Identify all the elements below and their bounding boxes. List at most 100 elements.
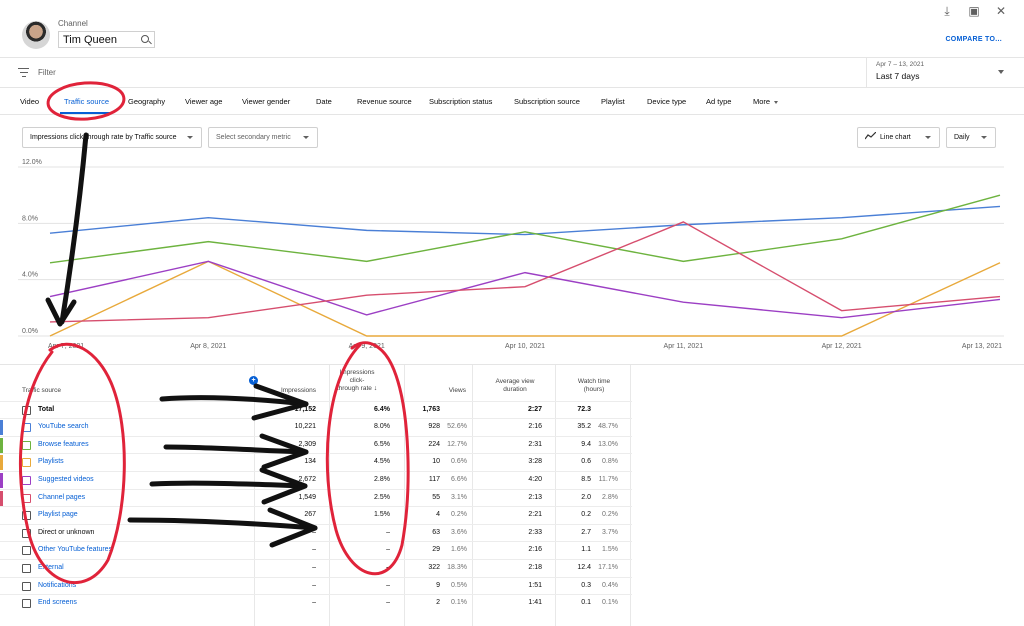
- row-checkbox[interactable]: [22, 546, 31, 556]
- feedback-icon[interactable]: ▣: [967, 4, 981, 18]
- channel-avatar[interactable]: [22, 21, 50, 49]
- tab-subscription-source[interactable]: Subscription source: [514, 97, 580, 106]
- table-row-total[interactable]: Total 17,152 6.4% 1,763 2:27 72.3: [0, 400, 632, 419]
- cell-views: 2: [436, 599, 440, 607]
- row-name[interactable]: Channel pages: [38, 494, 85, 501]
- filter-input[interactable]: Filter: [38, 68, 56, 77]
- header-avg-view-duration[interactable]: Average view duration: [486, 378, 544, 394]
- tab-geography[interactable]: Geography: [128, 97, 165, 106]
- download-icon[interactable]: ⤓: [940, 4, 954, 18]
- tab-more[interactable]: More: [753, 97, 779, 106]
- tab-date[interactable]: Date: [316, 97, 332, 106]
- tab-viewer-gender[interactable]: Viewer gender: [242, 97, 290, 106]
- table-row[interactable]: Browse features 2,309 6.5% 224 12.7% 2:31 9.4 1…: [0, 435, 632, 454]
- row-checkbox[interactable]: [22, 511, 31, 521]
- row-name[interactable]: External: [38, 564, 64, 571]
- row-checkbox[interactable]: [22, 423, 31, 433]
- row-checkbox[interactable]: [22, 528, 31, 538]
- row-name[interactable]: Browse features: [38, 441, 89, 448]
- row-checkbox[interactable]: [22, 440, 31, 450]
- row-checkbox[interactable]: [22, 405, 31, 415]
- y-tick-label: 0.0%: [22, 328, 38, 335]
- tab-revenue-source[interactable]: Revenue source: [357, 97, 412, 106]
- row-name[interactable]: Playlist page: [38, 511, 78, 518]
- table-row[interactable]: Playlist page 267 1.5% 4 0.2% 2:21 0.2 0.2%: [0, 506, 632, 524]
- cell-avg-view-duration: 2:16: [528, 546, 542, 554]
- cell-impressions: –: [312, 528, 316, 536]
- chevron-down-icon: [303, 136, 309, 139]
- active-tab-indicator: [60, 112, 110, 114]
- row-name[interactable]: Notifications: [38, 582, 76, 589]
- header-avd-line2: duration: [503, 386, 527, 393]
- cell-views: 4: [436, 511, 440, 519]
- chart-type-dropdown[interactable]: Line chart: [857, 127, 940, 148]
- chart-type-label: Line chart: [880, 134, 911, 141]
- y-tick-label: 12.0%: [22, 159, 42, 166]
- cell-watch-pct: 3.7%: [602, 528, 618, 536]
- metric-dropdown[interactable]: Impressions click-through rate by Traffi…: [22, 127, 202, 148]
- cell-ctr: 6.4%: [374, 405, 390, 413]
- tab-ad-type[interactable]: Ad type: [706, 97, 731, 106]
- row-checkbox[interactable]: [22, 581, 31, 591]
- chevron-down-icon: [187, 136, 193, 139]
- cell-ctr: –: [386, 546, 390, 554]
- table-row[interactable]: Suggested videos 2,672 2.8% 117 6.6% 4:20 8.5 1…: [0, 470, 632, 489]
- table-row[interactable]: Channel pages 1,549 2.5% 55 3.1% 2:13 2.0 2.8%: [0, 488, 632, 507]
- row-checkbox[interactable]: [22, 458, 31, 468]
- row-checkbox[interactable]: [22, 599, 31, 609]
- row-checkbox[interactable]: [22, 493, 31, 503]
- header-traffic-source[interactable]: Traffic source: [22, 387, 61, 395]
- channel-selector[interactable]: Tim Queen: [58, 31, 155, 48]
- compare-to-button[interactable]: COMPARE TO...: [945, 36, 1002, 43]
- header-watch-line1: Watch time: [577, 378, 611, 385]
- cell-watch-pct: 0.4%: [602, 581, 618, 589]
- table-row[interactable]: YouTube search 10,221 8.0% 928 52.6% 2:16 35.2…: [0, 418, 632, 436]
- date-range-picker[interactable]: Apr 7 – 13, 2021 Last 7 days: [866, 58, 1014, 88]
- tab-traffic-source[interactable]: Traffic source: [64, 97, 109, 106]
- chevron-down-icon: [981, 136, 987, 139]
- header-ctr[interactable]: Impressions click- through rate ↓: [332, 369, 382, 393]
- table-row[interactable]: Notifications – – 9 0.5% 1:51 0.3 0.4%: [0, 576, 632, 595]
- tab-subscription-status[interactable]: Subscription status: [429, 97, 492, 106]
- tab-playlist[interactable]: Playlist: [601, 97, 625, 106]
- tab-device-type[interactable]: Device type: [647, 97, 686, 106]
- filter-icon[interactable]: [18, 68, 29, 78]
- tab-video[interactable]: Video: [20, 97, 39, 106]
- header-ctr-line2: click-: [349, 377, 365, 384]
- row-name[interactable]: Other YouTube features: [38, 546, 112, 553]
- line-chart: 0.0% 4.0% 8.0% 12.0% Apr 7, 2021 Apr 8, 2021 A…: [18, 159, 1004, 350]
- granularity-dropdown[interactable]: Daily: [946, 127, 996, 148]
- cell-views-pct: 0.1%: [451, 599, 467, 607]
- row-name[interactable]: Suggested videos: [38, 476, 94, 483]
- cell-ctr: 4.5%: [374, 458, 390, 466]
- row-name[interactable]: End screens: [38, 599, 77, 606]
- tab-more-label: More: [753, 97, 771, 106]
- cell-watch-time: 0.6: [581, 458, 591, 466]
- filter-bar: Filter Apr 7 – 13, 2021 Last 7 days: [0, 58, 1024, 88]
- cell-views-pct: 0.5%: [451, 581, 467, 589]
- cell-watch-time: 12.4: [577, 563, 591, 571]
- header-avd-line1: Average view: [495, 378, 535, 385]
- table-row[interactable]: Playlists 134 4.5% 10 0.6% 3:28 0.6 0.8%: [0, 453, 632, 471]
- row-checkbox[interactable]: [22, 475, 31, 485]
- dimension-tabs: Video Traffic source Geography Viewer ag…: [0, 88, 1024, 115]
- header-watch-time[interactable]: Watch time (hours): [568, 378, 620, 394]
- cell-views: 55: [432, 493, 440, 501]
- tab-viewer-age[interactable]: Viewer age: [185, 97, 222, 106]
- table-row[interactable]: Other YouTube features – – 29 1.6% 2:16 1.1 1.5…: [0, 541, 632, 559]
- cell-views: 928: [428, 423, 440, 431]
- row-name[interactable]: YouTube search: [38, 423, 88, 430]
- cell-watch-pct: 13.0%: [598, 440, 618, 448]
- close-icon[interactable]: ✕: [994, 4, 1008, 18]
- row-name[interactable]: Playlists: [38, 458, 64, 465]
- table-row[interactable]: Direct or unknown – – 63 3.6% 2:33 2.7 3.7%: [0, 523, 632, 542]
- table-row[interactable]: End screens – – 2 0.1% 1:41 0.1 0.1%: [0, 594, 632, 612]
- add-column-icon[interactable]: +: [249, 376, 258, 385]
- header-views[interactable]: Views: [420, 387, 466, 395]
- table-row[interactable]: External – – 322 18.3% 2:18 12.4 17.1%: [0, 558, 632, 577]
- secondary-metric-dropdown[interactable]: Select secondary metric: [208, 127, 318, 148]
- header-impressions[interactable]: Impressions: [262, 387, 316, 395]
- cell-watch-time: 0.1: [581, 599, 591, 607]
- search-icon[interactable]: [141, 35, 149, 43]
- row-checkbox[interactable]: [22, 563, 31, 573]
